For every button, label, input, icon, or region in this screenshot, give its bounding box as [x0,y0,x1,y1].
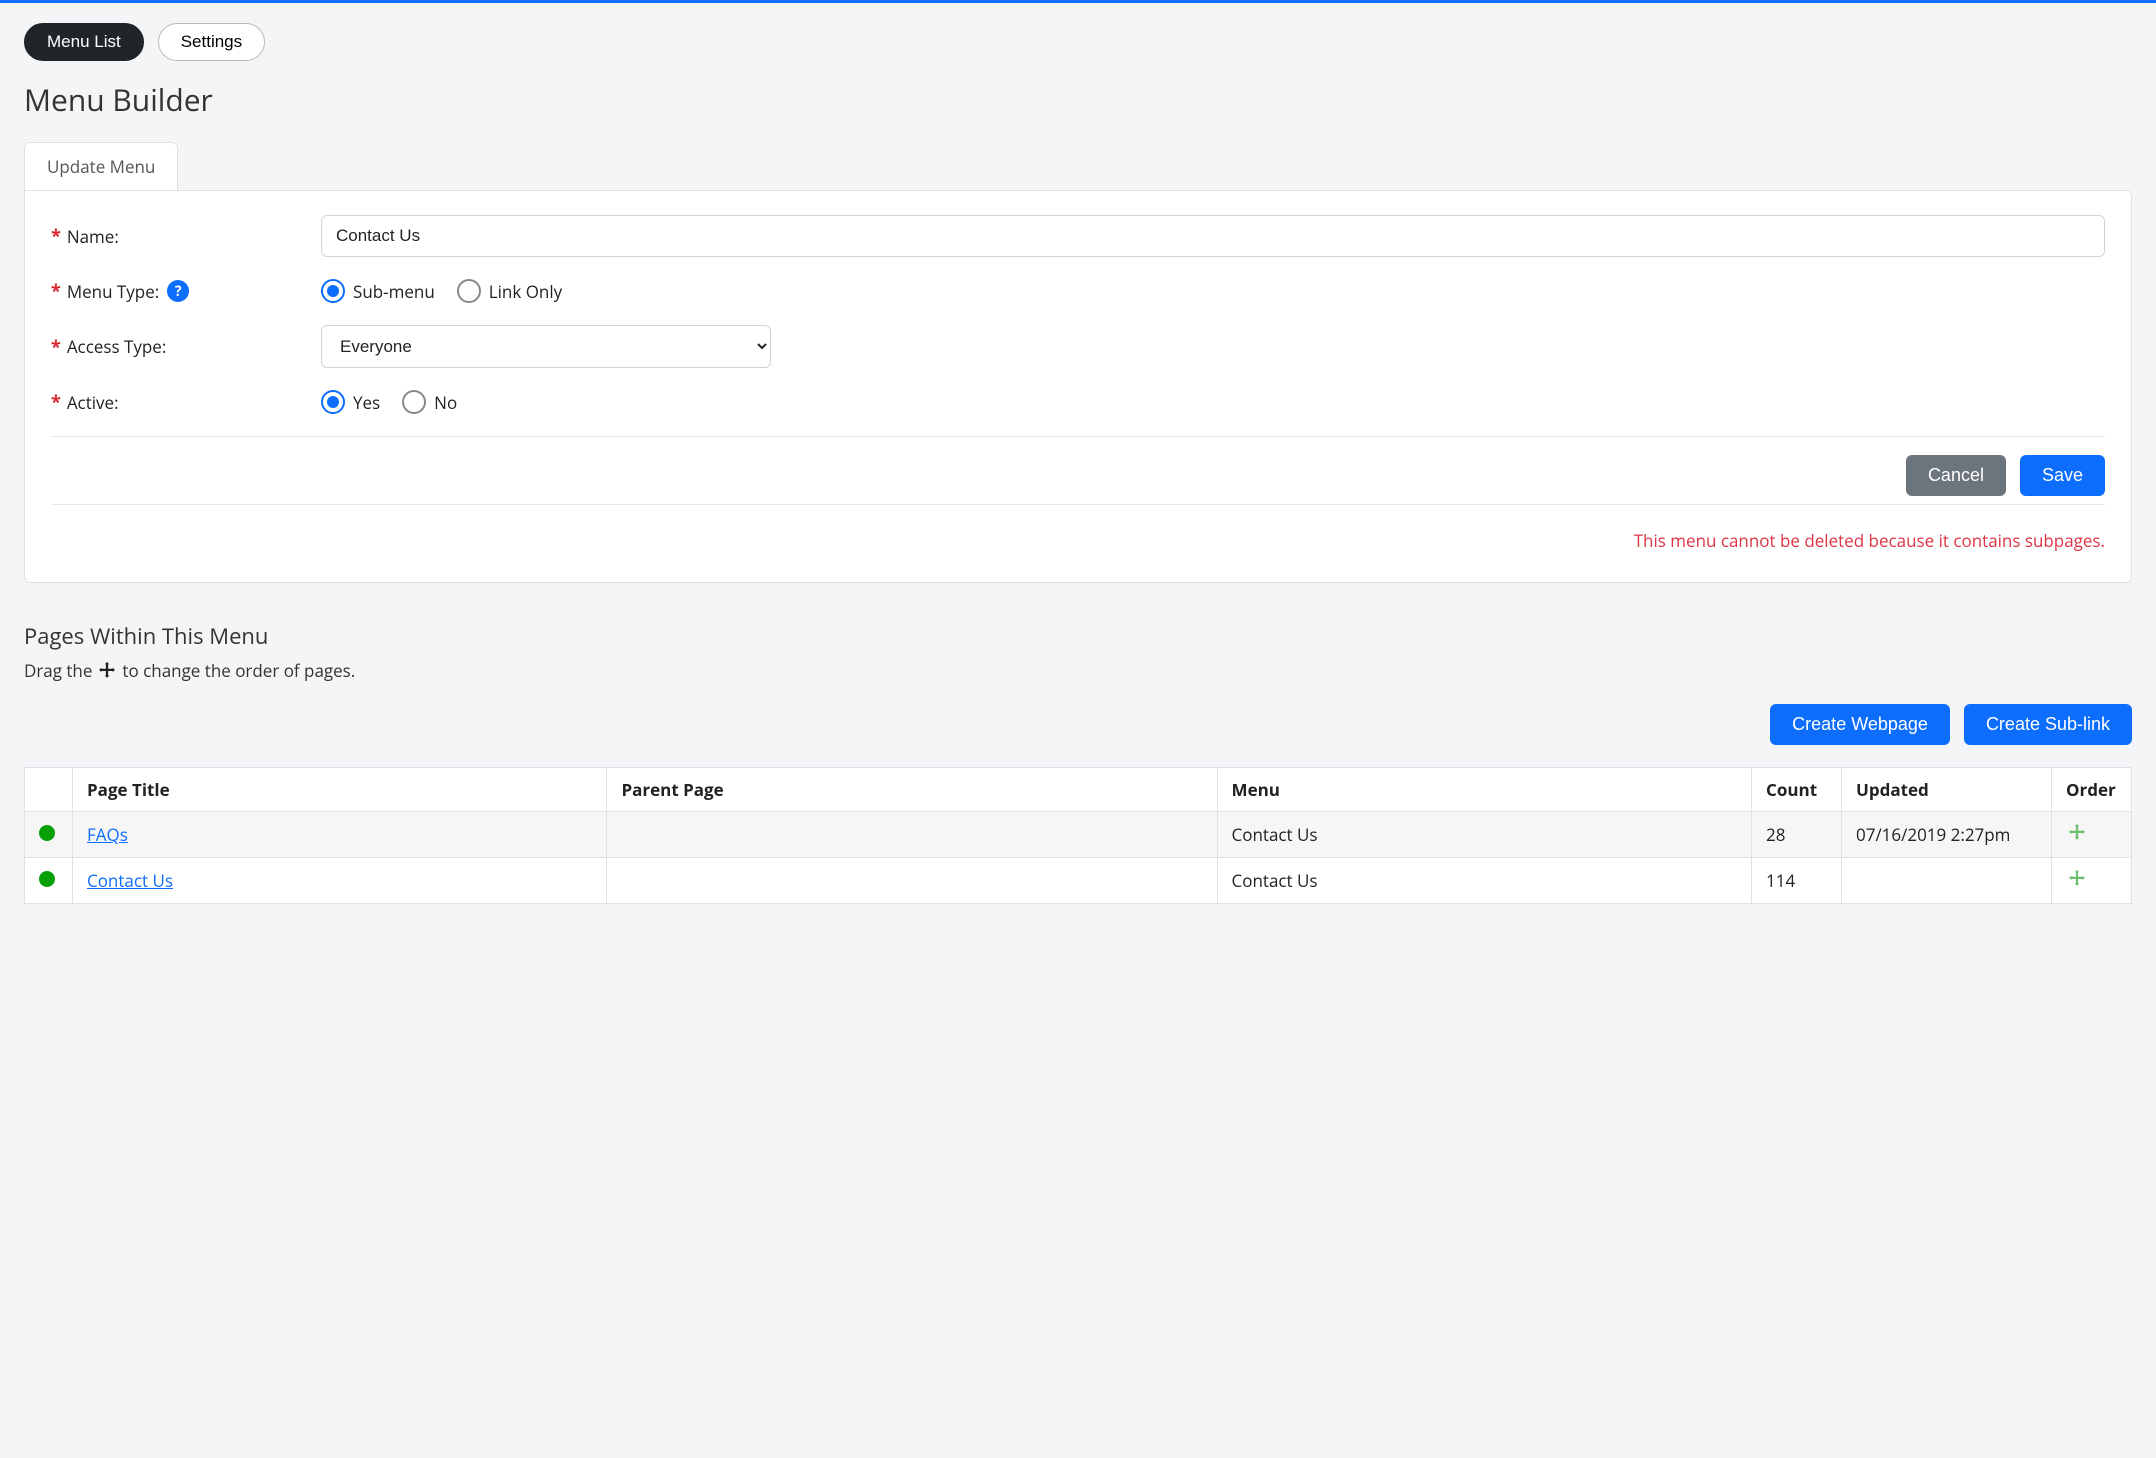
col-page-title: Page Title [73,768,607,812]
pages-table: Page Title Parent Page Menu Count Update… [24,767,2132,904]
create-sublink-button[interactable]: Create Sub-link [1964,704,2132,745]
cell-updated: 07/16/2019 2:27pm [1842,812,2052,858]
required-asterisk: * [51,335,61,359]
radio-icon [321,390,345,414]
name-input[interactable] [321,215,2105,257]
cell-count: 28 [1752,812,1842,858]
label-menu-type: Menu Type: [67,280,159,303]
cell-parent [607,812,1217,858]
divider [51,504,2105,505]
col-status [25,768,73,812]
radio-icon [321,279,345,303]
page-title: Menu Builder [24,79,2132,120]
radio-link-only-label: Link Only [489,280,562,303]
label-active: Active: [67,391,119,414]
radio-submenu[interactable]: Sub-menu [321,279,435,303]
cell-parent [607,858,1217,904]
required-asterisk: * [51,224,61,248]
pill-menu-list[interactable]: Menu List [24,23,144,61]
page-title-link[interactable]: Contact Us [87,869,173,892]
save-button[interactable]: Save [2020,455,2105,496]
pages-section-title: Pages Within This Menu [24,621,2132,651]
create-webpage-button[interactable]: Create Webpage [1770,704,1950,745]
table-row: FAQs Contact Us 28 07/16/2019 2:27pm [25,812,2132,858]
col-menu: Menu [1217,768,1751,812]
label-name: Name: [67,225,119,248]
drag-hint: Drag the to change the order of pages. [24,659,2132,682]
required-asterisk: * [51,390,61,414]
col-count: Count [1752,768,1842,812]
required-asterisk: * [51,279,61,303]
drag-handle[interactable] [2066,868,2088,890]
radio-submenu-label: Sub-menu [353,280,435,303]
radio-link-only[interactable]: Link Only [457,279,562,303]
label-access-type: Access Type: [67,335,167,358]
radio-no-label: No [434,391,457,414]
cell-menu: Contact Us [1217,812,1751,858]
pill-settings[interactable]: Settings [158,23,265,61]
col-order: Order [2052,768,2132,812]
col-parent-page: Parent Page [607,768,1217,812]
cell-menu: Contact Us [1217,858,1751,904]
delete-warning: This menu cannot be deleted because it c… [51,529,2105,552]
radio-yes-label: Yes [353,391,380,414]
tab-update-menu[interactable]: Update Menu [24,142,178,190]
drag-handle[interactable] [2066,822,2088,844]
col-updated: Updated [1842,768,2052,812]
help-icon[interactable]: ? [167,280,189,302]
cell-updated [1842,858,2052,904]
cell-count: 114 [1752,858,1842,904]
access-type-select[interactable]: Everyone [321,325,771,368]
status-dot-icon [39,871,55,887]
page-title-link[interactable]: FAQs [87,823,128,846]
form-panel: * Name: * Menu Type: ? Sub-menu [24,190,2132,583]
table-row: Contact Us Contact Us 114 [25,858,2132,904]
radio-icon [457,279,481,303]
cancel-button[interactable]: Cancel [1906,455,2006,496]
radio-active-yes[interactable]: Yes [321,390,380,414]
move-icon [98,662,116,680]
radio-icon [402,390,426,414]
radio-active-no[interactable]: No [402,390,457,414]
status-dot-icon [39,825,55,841]
divider [51,436,2105,437]
top-pill-nav: Menu List Settings [24,23,2132,61]
